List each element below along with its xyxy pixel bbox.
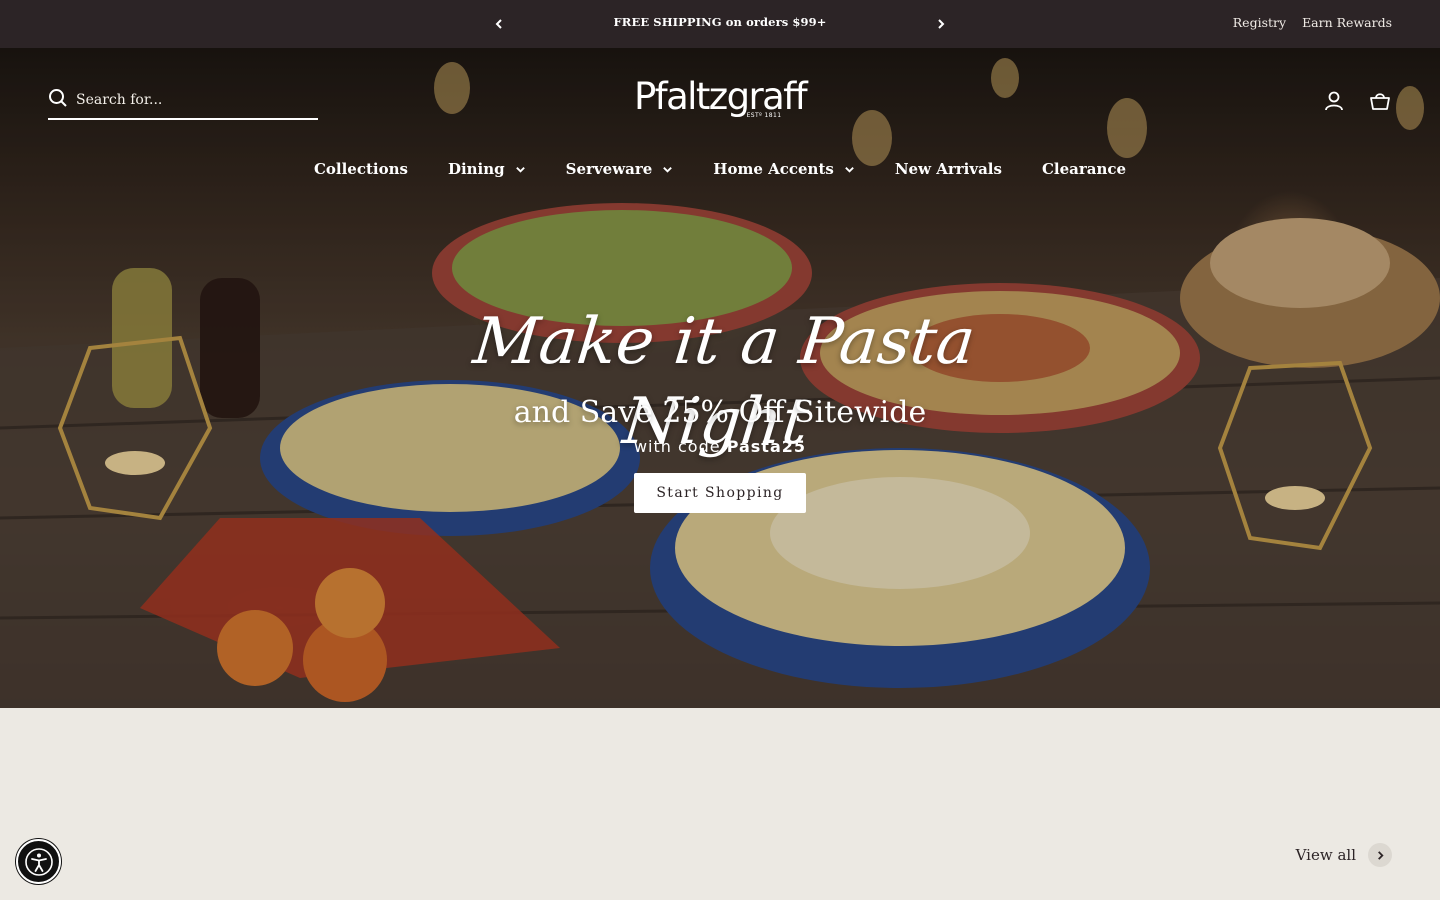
chevron-down-icon — [515, 166, 525, 173]
nav-item-serveware[interactable]: Serveware — [566, 160, 674, 178]
accessibility-icon — [24, 847, 53, 876]
chevron-down-icon — [845, 166, 854, 173]
nav-item-home-accents[interactable]: Home Accents — [713, 160, 855, 178]
promo-code-line: with code Pasta25 — [420, 437, 1020, 456]
announcement-bar: FREE SHIPPING on orders $99+ Registry Ea… — [0, 0, 1440, 48]
utility-links: Registry Earn Rewards — [1233, 15, 1392, 30]
promo-code: Pasta25 — [726, 437, 807, 456]
logo[interactable]: Pfaltzgraff ESTº 1811 — [620, 75, 820, 120]
start-shopping-button[interactable]: Start Shopping — [634, 473, 806, 513]
registry-link[interactable]: Registry — [1233, 15, 1286, 30]
search-input[interactable] — [76, 92, 306, 108]
header-icons — [1322, 89, 1392, 113]
logo-wordmark: Pfaltzgraff — [633, 75, 808, 118]
accessibility-button[interactable] — [16, 839, 61, 884]
search-icon[interactable] — [48, 88, 68, 112]
cart-icon[interactable] — [1368, 89, 1392, 113]
chevron-right-icon[interactable] — [929, 12, 953, 36]
search-bar[interactable] — [48, 82, 318, 120]
announcement-message[interactable]: FREE SHIPPING on orders $99+ — [520, 15, 920, 29]
view-all-link[interactable]: View all — [1296, 843, 1392, 867]
hero-subtitle: and Save 25% Off Sitewide — [513, 395, 927, 430]
main-nav: Collections Dining Serveware Home Accent… — [0, 160, 1440, 178]
chevron-left-icon[interactable] — [487, 12, 511, 36]
promo-code-prefix: with code — [633, 437, 721, 456]
account-icon[interactable] — [1322, 89, 1346, 113]
nav-item-dining[interactable]: Dining — [448, 160, 526, 178]
nav-item-new-arrivals[interactable]: New Arrivals — [895, 160, 1002, 178]
chevron-down-icon — [663, 166, 673, 173]
view-all-label: View all — [1295, 846, 1356, 864]
nav-item-collections[interactable]: Collections — [314, 160, 408, 178]
nav-item-clearance[interactable]: Clearance — [1042, 160, 1126, 178]
chevron-right-icon[interactable] — [1368, 843, 1392, 867]
earn-rewards-link[interactable]: Earn Rewards — [1302, 15, 1392, 30]
